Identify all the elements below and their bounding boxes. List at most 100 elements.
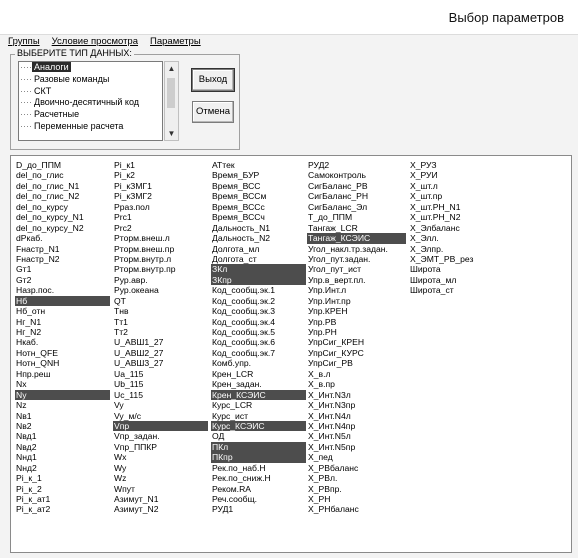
parameter-item[interactable]: Рек.по_сниж.Н — [211, 473, 306, 483]
parameter-item[interactable]: Hг_N1 — [15, 317, 110, 327]
parameter-item[interactable]: Hг_N2 — [15, 327, 110, 337]
parameter-item[interactable]: Х_Элл. — [409, 233, 475, 243]
parameter-item[interactable]: Код_сообщ.эк.6 — [211, 337, 306, 347]
parameter-item[interactable]: РУД1 — [211, 504, 306, 514]
parameter-item[interactable]: Т_до_ППМ — [307, 212, 406, 222]
parameter-item[interactable]: del_по_курсу — [15, 202, 110, 212]
parameter-item[interactable]: Крен_КСЭИС — [211, 389, 306, 401]
parameter-item[interactable]: Vпр_задан. — [113, 431, 208, 441]
data-type-item[interactable]: ···· Разовые команды — [19, 74, 162, 86]
parameter-item[interactable]: Х_Инт.N5пр — [307, 442, 406, 452]
parameter-item[interactable]: Широта_мл — [409, 275, 475, 285]
parameter-item[interactable]: Wy — [113, 463, 208, 473]
parameter-item[interactable]: Ua_115 — [113, 369, 208, 379]
parameter-item[interactable]: Х_РНбаланс — [307, 504, 406, 514]
parameter-item[interactable]: Х_ЭМТ_РВ_рез — [409, 254, 475, 264]
parameter-item[interactable]: Wz — [113, 473, 208, 483]
data-type-item[interactable]: ···· Аналоги — [19, 62, 162, 74]
data-type-list[interactable]: ···· Аналоги ···· Разовые команды ···· СКТ ···… — [18, 61, 163, 141]
parameter-item[interactable]: Tт2 — [113, 327, 208, 337]
parameter-item[interactable]: Nв2 — [15, 421, 110, 431]
parameter-item[interactable]: Угол_пут.задан. — [307, 254, 406, 264]
parameter-item[interactable]: del_по_курсу_N2 — [15, 223, 110, 233]
parameter-item[interactable]: Тангаж_КСЭИС — [307, 233, 406, 244]
parameter-item[interactable]: Pi_к_1 — [15, 473, 110, 483]
parameter-item[interactable]: Угол_пут_ист — [307, 264, 406, 274]
parameter-item[interactable]: Упр.РВ — [307, 317, 406, 327]
parameter-item[interactable]: Wпут — [113, 484, 208, 494]
parameter-item[interactable]: ЗКпр — [211, 274, 306, 286]
parameter-item[interactable]: Х_в.пр — [307, 379, 406, 389]
parameter-item[interactable]: Pi_кЗМГ1 — [113, 181, 208, 191]
parameter-item[interactable]: ОД — [211, 431, 306, 441]
parameter-item[interactable]: Vпр — [113, 420, 208, 432]
parameter-item[interactable]: Nв1 — [15, 411, 110, 421]
parameter-item[interactable]: U_АВШ2_27 — [113, 348, 208, 358]
parameter-item[interactable]: Ub_115 — [113, 379, 208, 389]
parameter-item[interactable]: СигБаланс_Эл — [307, 202, 406, 212]
parameter-item[interactable]: Pторм.внеш.л — [113, 233, 208, 243]
parameter-item[interactable]: Nz — [15, 400, 110, 410]
parameter-item[interactable]: Tт1 — [113, 317, 208, 327]
parameter-item[interactable]: Время_ВССч — [211, 212, 306, 222]
parameter-item[interactable]: del_по_курсу_N1 — [15, 212, 110, 222]
parameter-item[interactable]: U_АВШ3_27 — [113, 358, 208, 368]
parameter-item[interactable]: Fнастр_N1 — [15, 244, 110, 254]
parameter-item[interactable]: Wx — [113, 452, 208, 462]
parameter-item[interactable]: Tнв — [113, 306, 208, 316]
parameter-item[interactable]: Крен_LCR — [211, 369, 306, 379]
parameter-item[interactable]: Vпр_ППКР — [113, 442, 208, 452]
parameter-item[interactable]: dPкаб. — [15, 233, 110, 243]
parameter-item[interactable]: U_АВШ1_27 — [113, 337, 208, 347]
parameter-item[interactable]: Самоконтроль — [307, 170, 406, 180]
parameter-item[interactable]: Pi_к_2 — [15, 484, 110, 494]
parameter-item[interactable]: Х_РУИ — [409, 170, 475, 180]
parameter-item[interactable]: Ny — [15, 389, 110, 401]
parameter-item[interactable]: Угол_накл.тр.задан. — [307, 244, 406, 254]
menu-parameters[interactable]: Параметры — [150, 36, 201, 50]
parameter-item[interactable]: Код_сообщ.эк.5 — [211, 327, 306, 337]
parameter-item[interactable]: Упр.в_верт.пл. — [307, 275, 406, 285]
data-type-item[interactable]: ···· Переменные расчета — [19, 121, 162, 133]
data-type-item[interactable]: ···· Двоично-десятичный код — [19, 97, 162, 109]
parameter-item[interactable]: Упр.Инт.л — [307, 285, 406, 295]
data-type-item[interactable]: ···· СКТ — [19, 86, 162, 98]
parameter-item[interactable]: Х_РВл. — [307, 473, 406, 483]
scroll-down-icon[interactable]: ▼ — [165, 127, 178, 140]
parameter-item[interactable]: del_по_глис_N1 — [15, 181, 110, 191]
parameter-item[interactable]: Х_РН — [307, 494, 406, 504]
parameter-item[interactable]: Nнд2 — [15, 463, 110, 473]
parameter-item[interactable]: Х_РВбаланс — [307, 463, 406, 473]
parameter-item[interactable]: Pур.океана — [113, 285, 208, 295]
parameter-item[interactable]: Nвд2 — [15, 442, 110, 452]
exit-button[interactable]: Выход — [191, 68, 235, 92]
parameter-item[interactable]: Дальность_N2 — [211, 233, 306, 243]
parameter-item[interactable]: Дальность_N1 — [211, 223, 306, 233]
parameter-item[interactable]: Hпр.реш — [15, 369, 110, 379]
parameter-item[interactable]: Код_сообщ.эк.1 — [211, 285, 306, 295]
parameter-item[interactable]: Х_Инт.N5л — [307, 431, 406, 441]
parameter-item[interactable]: Hб_отн — [15, 306, 110, 316]
parameter-item[interactable]: Азимут_N1 — [113, 494, 208, 504]
parameter-item[interactable]: Крен_задан. — [211, 379, 306, 389]
scroll-up-icon[interactable]: ▲ — [165, 62, 178, 75]
parameter-item[interactable]: Х_шт.л — [409, 181, 475, 191]
parameter-item[interactable]: Pi_к_ат1 — [15, 494, 110, 504]
parameter-item[interactable]: Широта_ст — [409, 285, 475, 295]
parameter-item[interactable]: Х_шт.РН_N1 — [409, 202, 475, 212]
parameter-item[interactable]: Х_в.л — [307, 369, 406, 379]
parameter-item[interactable]: СигБаланс_РВ — [307, 181, 406, 191]
parameter-item[interactable]: Комб.упр. — [211, 358, 306, 368]
cancel-button[interactable]: Отмена — [192, 101, 234, 123]
parameter-item[interactable]: Долгота_мл — [211, 244, 306, 254]
parameter-item[interactable]: Код_сообщ.эк.3 — [211, 306, 306, 316]
parameter-item[interactable]: Hазр.пос. — [15, 285, 110, 295]
parameter-item[interactable]: УпрСиг_РВ — [307, 358, 406, 368]
parameter-item[interactable]: Х_шт.пр — [409, 191, 475, 201]
parameter-item[interactable]: Nx — [15, 379, 110, 389]
parameter-item[interactable]: Широта — [409, 264, 475, 274]
parameter-item[interactable]: Долгота_ст — [211, 254, 306, 264]
parameter-item[interactable]: Х_Элпр. — [409, 244, 475, 254]
parameter-item[interactable]: УпрСиг_КРЕН — [307, 337, 406, 347]
parameter-item[interactable]: Рек.по_наб.Н — [211, 463, 306, 473]
